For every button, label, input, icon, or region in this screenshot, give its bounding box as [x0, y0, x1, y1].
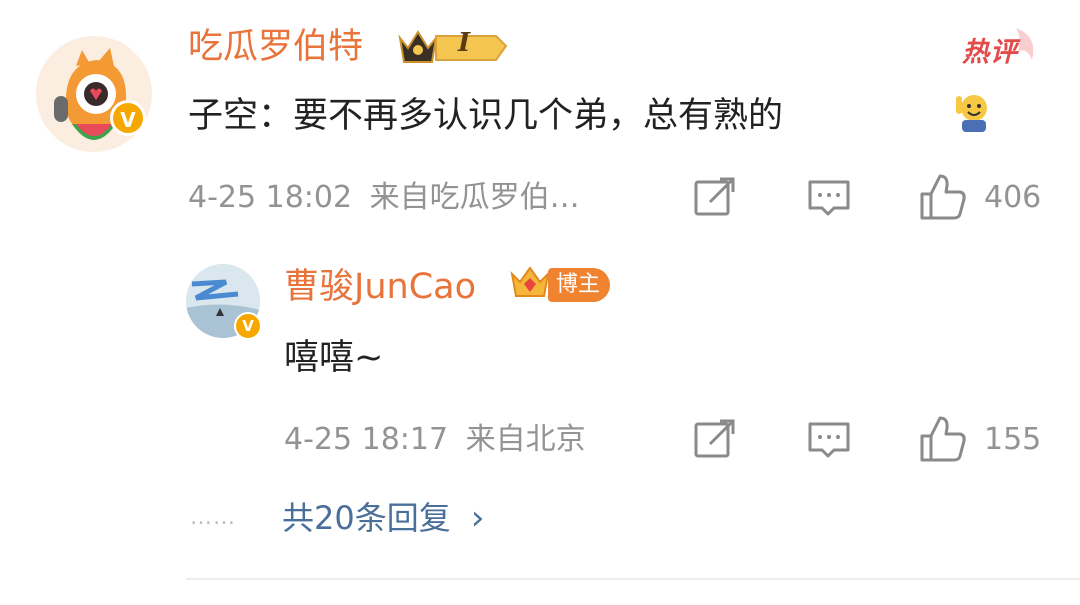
more-replies-label: 共20条回复: [282, 499, 451, 537]
commenter-name[interactable]: 吃瓜罗伯特: [188, 27, 363, 67]
comment-body: 子空：要不再多认识几个弟，总有熟的: [188, 94, 783, 138]
hot-comment-badge: 热评: [960, 26, 1040, 70]
reply-comment-icon[interactable]: [806, 416, 852, 462]
replier-name[interactable]: 曹骏JunCao: [284, 267, 476, 307]
view-more-replies-link[interactable]: 共20条回复 ›: [282, 498, 485, 538]
comment-text: 子空：要不再多认识几个弟，总有熟的: [188, 96, 784, 136]
fan-level-text: I: [458, 28, 471, 58]
comment-meta: 4-25 18:02 来自吃瓜罗伯…: [188, 180, 580, 216]
verified-badge-icon: V: [110, 100, 146, 136]
like-count: 406: [984, 180, 1042, 215]
blogger-tag: 博主: [548, 268, 611, 302]
like-thumb-icon[interactable]: [918, 172, 968, 222]
share-icon[interactable]: [692, 416, 738, 462]
like-thumb-icon[interactable]: [918, 414, 968, 464]
blogger-crown-icon: [508, 262, 552, 306]
reply-source: 来自北京: [465, 422, 586, 457]
reply-time: 4-25 18:17: [284, 422, 449, 457]
divider-dots: ……: [190, 505, 236, 530]
hot-comment-label: 热评: [962, 37, 1018, 68]
chevron-right-icon: ›: [470, 498, 485, 538]
verified-badge-icon: V: [234, 312, 262, 340]
fan-level-badge[interactable]: I: [396, 24, 508, 68]
reply-meta: 4-25 18:17 来自北京: [284, 422, 586, 458]
raising-hand-emoji-icon: [954, 90, 994, 134]
like-count: 155: [984, 422, 1042, 457]
separator-line: [186, 578, 1080, 580]
crown-level-icon: [398, 30, 508, 63]
share-icon[interactable]: [692, 174, 738, 220]
comment-time: 4-25 18:02: [188, 180, 353, 215]
reply-text: 嘻嘻~: [284, 338, 384, 378]
reply-comment-icon[interactable]: [806, 174, 852, 220]
comment-source: 来自吃瓜罗伯…: [369, 180, 580, 215]
